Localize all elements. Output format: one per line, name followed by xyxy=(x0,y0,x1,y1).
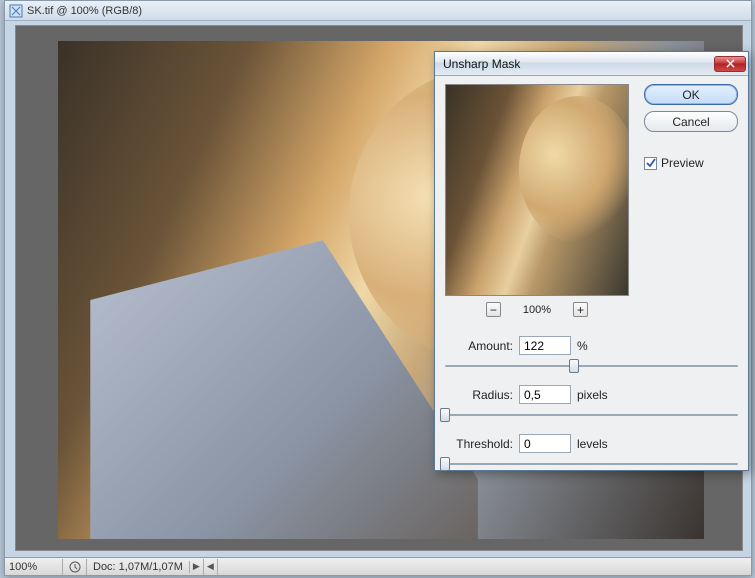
amount-row: Amount: % xyxy=(445,336,738,355)
radius-slider[interactable] xyxy=(445,406,738,424)
document-icon xyxy=(9,4,23,18)
filter-controls: Amount: % Radius: pixels Threshold: lev xyxy=(445,336,738,483)
threshold-input[interactable] xyxy=(519,434,571,453)
radius-unit: pixels xyxy=(571,388,608,402)
close-button[interactable] xyxy=(714,56,746,72)
cancel-button[interactable]: Cancel xyxy=(644,111,738,132)
unsharp-mask-dialog: Unsharp Mask OK Cancel Preview − 100% + … xyxy=(434,51,749,471)
slider-track xyxy=(445,414,738,416)
slider-track xyxy=(445,463,738,465)
preview-checkbox-label: Preview xyxy=(661,156,704,170)
threshold-label: Threshold: xyxy=(445,437,519,451)
preview-zoom-controls: − 100% + xyxy=(445,302,629,317)
radius-slider-thumb[interactable] xyxy=(440,408,450,422)
zoom-out-button[interactable]: − xyxy=(486,302,501,317)
dialog-body: OK Cancel Preview − 100% + Amount: % xyxy=(435,76,748,470)
preview-zoom-value: 100% xyxy=(523,304,551,316)
preview-thumbnail[interactable] xyxy=(445,84,629,296)
document-titlebar[interactable]: SK.tif @ 100% (RGB/8) xyxy=(5,1,751,21)
zoom-in-button[interactable]: + xyxy=(573,302,588,317)
amount-input[interactable] xyxy=(519,336,571,355)
amount-unit: % xyxy=(571,339,588,353)
amount-slider-thumb[interactable] xyxy=(569,359,579,373)
preview-checkbox-row[interactable]: Preview xyxy=(644,156,738,170)
amount-slider[interactable] xyxy=(445,357,738,375)
threshold-slider-thumb[interactable] xyxy=(440,457,450,471)
zoom-level-input[interactable]: 100% xyxy=(5,559,63,575)
radius-row: Radius: pixels xyxy=(445,385,738,404)
threshold-row: Threshold: levels xyxy=(445,434,738,453)
status-icon[interactable] xyxy=(63,559,87,575)
threshold-unit: levels xyxy=(571,437,608,451)
threshold-slider[interactable] xyxy=(445,455,738,473)
radius-label: Radius: xyxy=(445,388,519,402)
document-title: SK.tif @ 100% (RGB/8) xyxy=(27,5,142,17)
preview-checkbox[interactable] xyxy=(644,157,657,170)
doc-size-info: Doc: 1,07M/1,07M xyxy=(87,561,190,573)
info-menu-arrow[interactable]: ▶ xyxy=(190,559,204,575)
dialog-buttons: OK Cancel Preview xyxy=(644,84,738,170)
dialog-titlebar[interactable]: Unsharp Mask xyxy=(435,52,748,76)
dialog-title: Unsharp Mask xyxy=(443,57,520,71)
slider-track xyxy=(445,365,738,367)
status-bar: 100% Doc: 1,07M/1,07M ▶ ◀ xyxy=(5,557,751,575)
radius-input[interactable] xyxy=(519,385,571,404)
amount-label: Amount: xyxy=(445,339,519,353)
scroll-left-arrow[interactable]: ◀ xyxy=(204,559,218,575)
ok-button[interactable]: OK xyxy=(644,84,738,105)
